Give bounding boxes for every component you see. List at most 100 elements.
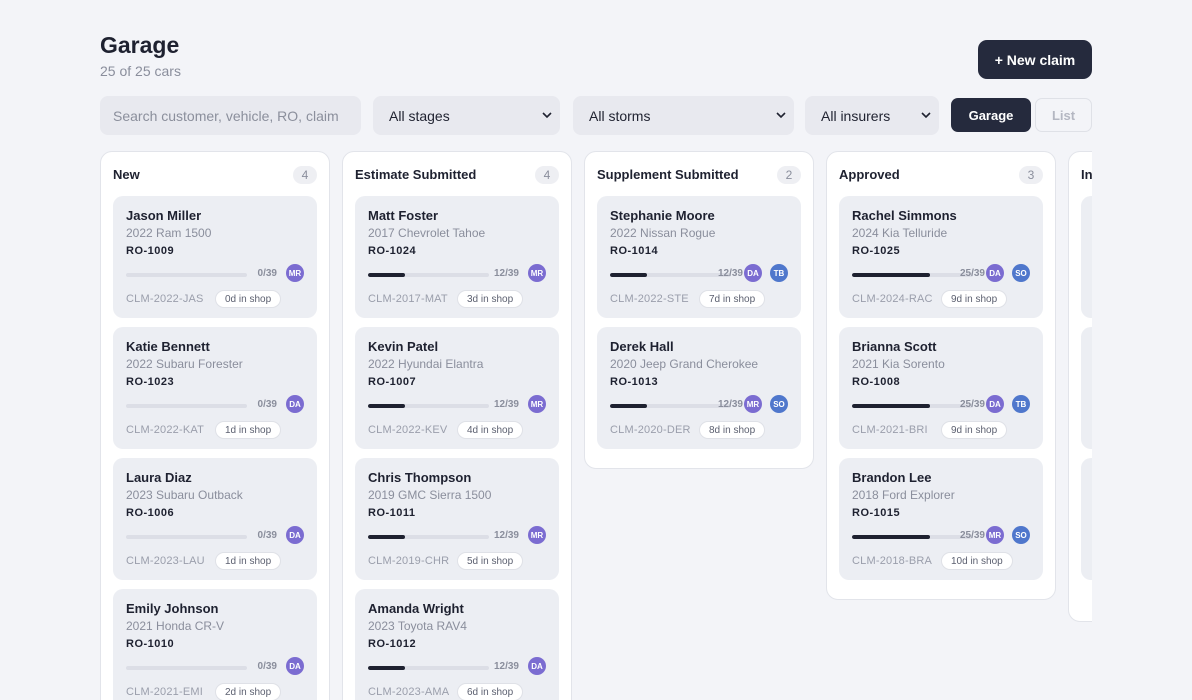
assignee-avatar: MR — [986, 526, 1004, 544]
column-header: In — [1081, 166, 1092, 186]
days-in-shop-badge: 1d in shop — [215, 552, 282, 570]
customer-name: Brandon Lee — [852, 470, 932, 485]
repair-order-number: RO-1010 — [126, 638, 175, 650]
storm-filter-select[interactable]: All storms — [573, 96, 794, 135]
repair-order-number: RO-1006 — [126, 507, 175, 519]
repair-order-number: RO-1014 — [610, 245, 659, 257]
vehicle-label: 2022 Nissan Rogue — [610, 226, 716, 240]
assignee-avatar: SO — [1012, 264, 1030, 282]
assignee-avatar: TB — [1012, 395, 1030, 413]
customer-name: Jason Miller — [126, 208, 202, 223]
progress-count: 25/39 — [959, 268, 985, 279]
new-claim-button[interactable]: + New claim — [978, 40, 1092, 79]
progress-bar-fill — [852, 404, 930, 408]
assignee-avatar: TB — [770, 264, 788, 282]
days-in-shop-badge: 5d in shop — [457, 552, 524, 570]
stage-filter-select[interactable]: All stages — [373, 96, 560, 135]
garage-view-button[interactable]: Garage — [951, 98, 1031, 132]
progress-count: 12/39 — [493, 268, 519, 279]
customer-name: Stephanie Moore — [610, 208, 715, 223]
customer-name: Laura Diaz — [126, 470, 192, 485]
column-count-badge: 4 — [535, 166, 559, 184]
chevron-down-icon — [921, 112, 931, 119]
claim-card[interactable]: Brandon Lee 2018 Ford Explorer RO-1015 CLM-… — [839, 458, 1043, 580]
days-in-shop-badge: 3d in shop — [457, 290, 524, 308]
claim-card[interactable] — [1081, 458, 1092, 580]
claim-card[interactable]: Stephanie Moore 2022 Nissan Rogue RO-1014 C… — [597, 196, 801, 318]
column-title: In — [1081, 167, 1092, 182]
customer-name: Brianna Scott — [852, 339, 937, 354]
claim-card[interactable]: Emily Johnson 2021 Honda CR-V RO-1010 CLM-2… — [113, 589, 317, 700]
customer-name: Kevin Patel — [368, 339, 439, 354]
progress-bar — [368, 273, 489, 277]
vehicle-label: 2022 Ram 1500 — [126, 226, 212, 240]
progress-count: 0/39 — [257, 661, 277, 672]
claim-card[interactable]: Amanda Wright 2023 Toyota RAV4 RO-1012 CLM-… — [355, 589, 559, 700]
progress-count: 12/39 — [493, 530, 519, 541]
assignee-avatar: MR — [744, 395, 762, 413]
assignee-avatar: DA — [286, 657, 304, 675]
claim-number: CLM-2021-EMI — [126, 686, 203, 698]
assignee-avatar: MR — [528, 526, 546, 544]
search-input[interactable] — [100, 96, 361, 135]
customer-name: Derek Hall — [610, 339, 674, 354]
claim-card[interactable] — [1081, 196, 1092, 318]
insurer-filter-select[interactable]: All insurers — [805, 96, 939, 135]
claim-number: CLM-2024-RAC — [852, 293, 933, 305]
progress-bar — [368, 666, 489, 670]
claim-card[interactable]: Chris Thompson 2019 GMC Sierra 1500 RO-101… — [355, 458, 559, 580]
claim-card[interactable]: Brianna Scott 2021 Kia Sorento RO-1008 CLM-… — [839, 327, 1043, 449]
progress-count: 25/39 — [959, 530, 985, 541]
assignee-avatar: SO — [1012, 526, 1030, 544]
claim-number: CLM-2023-AMA — [368, 686, 450, 698]
page-title: Garage — [100, 32, 180, 58]
claim-card[interactable]: Kevin Patel 2022 Hyundai Elantra RO-1007 CL… — [355, 327, 559, 449]
progress-bar — [126, 404, 247, 408]
assignee-avatar: DA — [744, 264, 762, 282]
vehicle-label: 2023 Subaru Outback — [126, 488, 243, 502]
progress-bar-fill — [610, 404, 648, 408]
column-title: Supplement Submitted — [597, 167, 739, 182]
claim-card[interactable]: Rachel Simmons 2024 Kia Telluride RO-1025 C… — [839, 196, 1043, 318]
progress-count: 0/39 — [257, 530, 277, 541]
claim-card[interactable]: Derek Hall 2020 Jeep Grand Cherokee RO-101… — [597, 327, 801, 449]
progress-bar-fill — [368, 273, 406, 277]
insurer-filter-value: All insurers — [821, 107, 891, 124]
column-header: Supplement Submitted 2 — [597, 166, 801, 186]
assignee-avatar: DA — [286, 526, 304, 544]
vehicle-label: 2018 Ford Explorer — [852, 488, 955, 502]
repair-order-number: RO-1015 — [852, 507, 901, 519]
assignee-avatar: DA — [286, 395, 304, 413]
claim-number: CLM-2022-STE — [610, 293, 689, 305]
days-in-shop-badge: 4d in shop — [457, 421, 524, 439]
column-count-badge: 3 — [1019, 166, 1043, 184]
progress-bar — [368, 535, 489, 539]
claim-card[interactable]: Katie Bennett 2022 Subaru Forester RO-1023… — [113, 327, 317, 449]
claim-card[interactable]: Matt Foster 2017 Chevrolet Tahoe RO-1024 CL… — [355, 196, 559, 318]
vehicle-label: 2024 Kia Telluride — [852, 226, 948, 240]
repair-order-number: RO-1007 — [368, 376, 417, 388]
assignee-avatar: DA — [986, 395, 1004, 413]
column-title: Estimate Submitted — [355, 167, 477, 182]
storm-filter-value: All storms — [589, 107, 651, 124]
list-view-button[interactable]: List — [1035, 98, 1092, 132]
claim-card[interactable]: Laura Diaz 2023 Subaru Outback RO-1006 CLM-… — [113, 458, 317, 580]
assignee-avatar: DA — [986, 264, 1004, 282]
progress-bar — [126, 535, 247, 539]
repair-order-number: RO-1009 — [126, 245, 175, 257]
claim-card[interactable]: Jason Miller 2022 Ram 1500 RO-1009 CLM-2022… — [113, 196, 317, 318]
claim-number: CLM-2018-BRA — [852, 555, 933, 567]
repair-order-number: RO-1023 — [126, 376, 175, 388]
column-count-badge: 2 — [777, 166, 801, 184]
progress-bar-fill — [852, 535, 930, 539]
customer-name: Amanda Wright — [368, 601, 464, 616]
customer-name: Katie Bennett — [126, 339, 210, 354]
claim-number: CLM-2022-KEV — [368, 424, 448, 436]
days-in-shop-badge: 7d in shop — [699, 290, 766, 308]
claim-card[interactable] — [1081, 327, 1092, 449]
car-count: 25 of 25 cars — [100, 63, 181, 79]
assignee-avatar: SO — [770, 395, 788, 413]
chevron-down-icon — [776, 112, 786, 119]
vehicle-label: 2022 Subaru Forester — [126, 357, 243, 371]
customer-name: Chris Thompson — [368, 470, 472, 485]
